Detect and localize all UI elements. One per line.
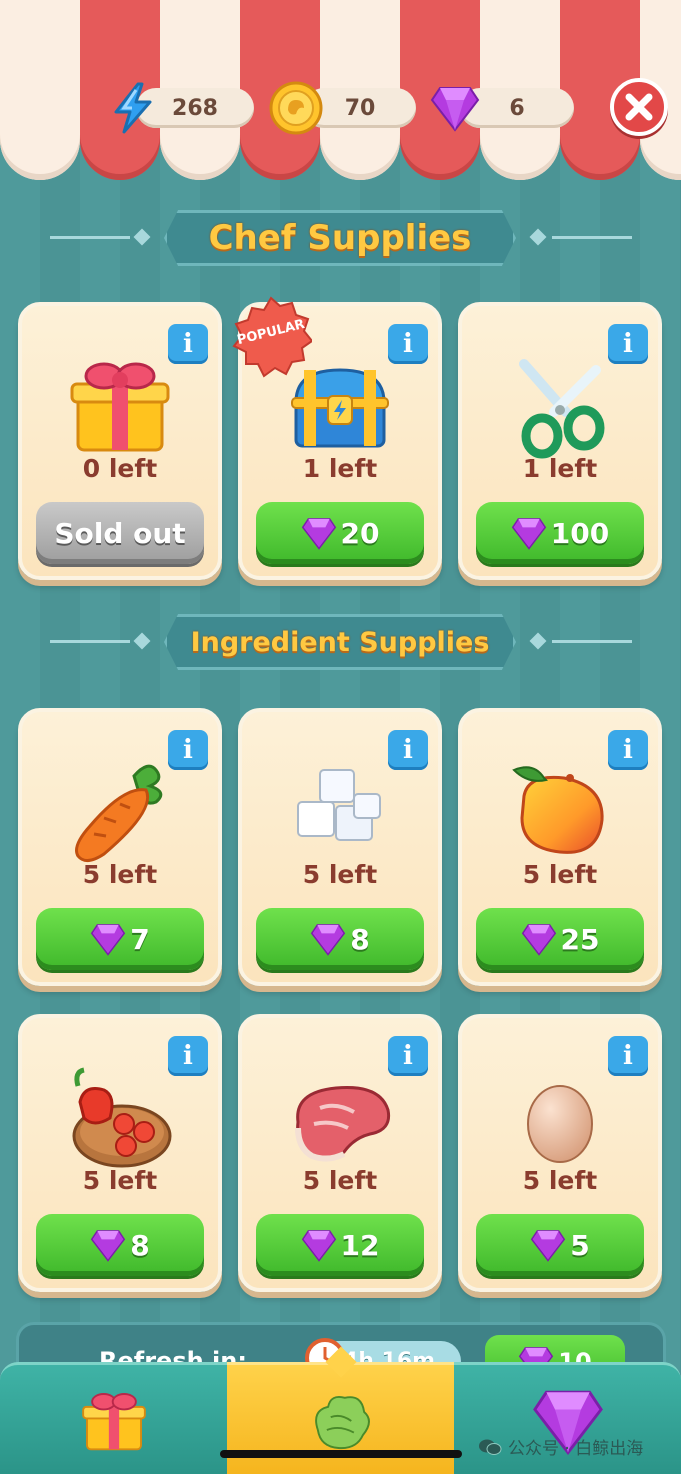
price-label: 25 bbox=[560, 922, 600, 956]
coin-icon bbox=[269, 81, 323, 135]
wechat-icon bbox=[479, 1439, 502, 1455]
popular-badge: POPULAR bbox=[230, 296, 312, 378]
gem-icon bbox=[91, 1230, 126, 1262]
stock-label: 5 left bbox=[302, 860, 378, 889]
watermark: 公众号 · 白鲸出海 bbox=[478, 1434, 643, 1459]
ingredient-supplies-header: Ingredient Supplies bbox=[0, 612, 681, 672]
gem-icon bbox=[311, 924, 346, 956]
gem-icon bbox=[301, 518, 336, 550]
shop-card-sugar-cubes[interactable]: i 5 left 8 bbox=[238, 708, 442, 986]
section-title: Ingredient Supplies bbox=[190, 626, 490, 658]
stock-label: 5 left bbox=[82, 1166, 158, 1195]
carrot-icon bbox=[75, 764, 163, 862]
lightning-icon bbox=[114, 82, 152, 134]
price-label: 8 bbox=[350, 922, 370, 956]
mango-icon bbox=[512, 766, 604, 854]
sugar-cubes-icon bbox=[297, 769, 381, 841]
shop-card-gift-box[interactable]: i 0 left Sold out bbox=[18, 302, 222, 580]
stock-label: 1 left bbox=[522, 454, 598, 483]
shop-card-steak[interactable]: i 5 left 12 bbox=[238, 1014, 442, 1292]
chef-supplies-header: Chef Supplies bbox=[0, 208, 681, 268]
buy-button[interactable]: 8 bbox=[36, 1214, 204, 1276]
close-button[interactable] bbox=[610, 78, 668, 136]
buy-button[interactable]: 5 bbox=[476, 1214, 644, 1276]
buy-button[interactable]: 25 bbox=[476, 908, 644, 970]
shop-card-tomato[interactable]: i 5 left 8 bbox=[18, 1014, 222, 1292]
gem-icon bbox=[511, 518, 546, 550]
steak-icon bbox=[295, 1085, 391, 1162]
price-label: 5 bbox=[570, 1228, 590, 1262]
shop-card-mango[interactable]: i 5 left 25 bbox=[458, 708, 662, 986]
shop-card-egg[interactable]: i 5 left 5 bbox=[458, 1014, 662, 1292]
stock-label: 1 left bbox=[302, 454, 378, 483]
lettuce-icon bbox=[314, 1396, 370, 1450]
shop-card-scissors[interactable]: i 1 left 100 bbox=[458, 302, 662, 580]
stock-label: 5 left bbox=[522, 860, 598, 889]
sold-out-button: Sold out bbox=[36, 502, 204, 564]
gem-icon bbox=[531, 1230, 566, 1262]
shop-card-carrot[interactable]: i 5 left 7 bbox=[18, 708, 222, 986]
buy-button[interactable]: 20 bbox=[256, 502, 424, 564]
buy-button[interactable]: 12 bbox=[256, 1214, 424, 1276]
gem-icon bbox=[430, 87, 480, 132]
buy-button[interactable]: 7 bbox=[36, 908, 204, 970]
gem-icon bbox=[521, 924, 556, 956]
price-label: 8 bbox=[130, 1228, 150, 1262]
buy-button[interactable]: 8 bbox=[256, 908, 424, 970]
section-title: Chef Supplies bbox=[208, 218, 472, 258]
gem-icon bbox=[91, 924, 126, 956]
stock-label: 5 left bbox=[522, 1166, 598, 1195]
gift-box-icon bbox=[70, 362, 170, 452]
scissors-icon bbox=[519, 359, 605, 459]
price-label: 12 bbox=[340, 1228, 380, 1262]
price-label: 7 bbox=[130, 922, 150, 956]
tab-gifts[interactable] bbox=[0, 1362, 227, 1474]
price-label: 20 bbox=[340, 516, 380, 550]
home-indicator bbox=[220, 1450, 462, 1458]
close-icon bbox=[625, 93, 653, 121]
gem-icon bbox=[301, 1230, 336, 1262]
stock-label: 0 left bbox=[82, 454, 158, 483]
watermark-text: 公众号 · 白鲸出海 bbox=[508, 1439, 644, 1459]
price-label: 100 bbox=[550, 516, 610, 550]
stock-label: 5 left bbox=[82, 860, 158, 889]
gift-icon bbox=[81, 1393, 146, 1451]
egg-icon bbox=[527, 1085, 593, 1163]
tomato-board-icon bbox=[72, 1067, 172, 1168]
stock-label: 5 left bbox=[302, 1166, 378, 1195]
button-label: Sold out bbox=[54, 516, 186, 550]
buy-button[interactable]: 100 bbox=[476, 502, 644, 564]
